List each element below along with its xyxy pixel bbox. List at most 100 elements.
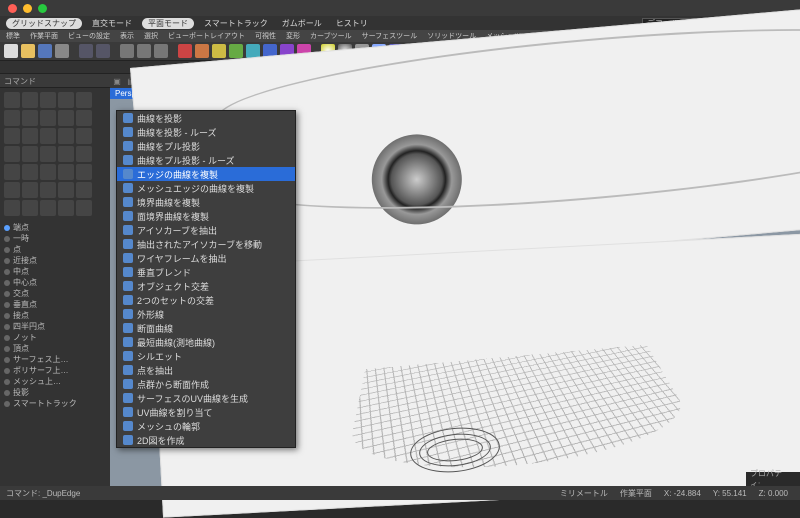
- menu-item[interactable]: 表示: [120, 31, 134, 41]
- save-icon[interactable]: [38, 44, 52, 58]
- flyout-item[interactable]: 2D図を作成: [117, 433, 295, 447]
- tool-button[interactable]: [76, 110, 92, 126]
- tool-icon[interactable]: [212, 44, 226, 58]
- osnap-一時[interactable]: 一時: [4, 233, 106, 244]
- tool-icon[interactable]: [195, 44, 209, 58]
- close-icon[interactable]: [8, 4, 17, 13]
- flyout-item[interactable]: 断面曲線: [117, 321, 295, 335]
- flyout-item[interactable]: エッジの曲線を複製: [117, 167, 295, 181]
- tool-icon[interactable]: [178, 44, 192, 58]
- osnap-サーフェス上…[interactable]: サーフェス上…: [4, 354, 106, 365]
- tool-button[interactable]: [40, 164, 56, 180]
- flyout-item[interactable]: 外形線: [117, 307, 295, 321]
- flyout-item[interactable]: 2つのセットの交差: [117, 293, 295, 307]
- osnap-投影[interactable]: 投影: [4, 387, 106, 398]
- flyout-item[interactable]: 境界曲線を複製: [117, 195, 295, 209]
- flyout-item[interactable]: 曲線を投影: [117, 111, 295, 125]
- undo-icon[interactable]: [79, 44, 93, 58]
- open-icon[interactable]: [21, 44, 35, 58]
- osnap-近接点[interactable]: 近接点: [4, 255, 106, 266]
- minimize-icon[interactable]: [23, 4, 32, 13]
- flyout-item[interactable]: オブジェクト交差: [117, 279, 295, 293]
- grid-snap-toggle[interactable]: グリッドスナップ: [6, 18, 82, 29]
- menu-item[interactable]: サーフェスツール: [362, 31, 418, 41]
- flyout-item[interactable]: 抽出されたアイソカーブを移動: [117, 237, 295, 251]
- tool-button[interactable]: [22, 200, 38, 216]
- flyout-item[interactable]: メッシュエッジの曲線を複製: [117, 181, 295, 195]
- tool-button[interactable]: [40, 128, 56, 144]
- tool-button[interactable]: [58, 146, 74, 162]
- cut-icon[interactable]: [120, 44, 134, 58]
- tool-button[interactable]: [22, 182, 38, 198]
- print-icon[interactable]: [55, 44, 69, 58]
- flyout-item[interactable]: シルエット: [117, 349, 295, 363]
- tool-button[interactable]: [76, 200, 92, 216]
- flyout-item[interactable]: 点群から断面作成: [117, 377, 295, 391]
- copy-icon[interactable]: [137, 44, 151, 58]
- tool-button[interactable]: [76, 164, 92, 180]
- tool-button[interactable]: [58, 110, 74, 126]
- flyout-item[interactable]: UV曲線を割り当て: [117, 405, 295, 419]
- tool-button[interactable]: [58, 200, 74, 216]
- flyout-item[interactable]: 最短曲線(測地曲線): [117, 335, 295, 349]
- properties-panel-tab[interactable]: プロパティ:…: [746, 472, 800, 486]
- flyout-item[interactable]: 曲線をプル投影: [117, 139, 295, 153]
- tool-button[interactable]: [40, 110, 56, 126]
- zoom-icon[interactable]: [38, 4, 47, 13]
- tool-button[interactable]: [76, 92, 92, 108]
- flyout-item[interactable]: アイソカーブを抽出: [117, 223, 295, 237]
- flyout-item[interactable]: 曲線をプル投影 - ルーズ: [117, 153, 295, 167]
- tool-button[interactable]: [4, 182, 20, 198]
- tool-button[interactable]: [22, 92, 38, 108]
- menu-item[interactable]: カーブツール: [310, 31, 352, 41]
- menu-item[interactable]: 作業平面: [30, 31, 58, 41]
- tool-icon[interactable]: [229, 44, 243, 58]
- tool-button[interactable]: [76, 182, 92, 198]
- new-icon[interactable]: [4, 44, 18, 58]
- menu-item[interactable]: 標準: [6, 31, 20, 41]
- menu-item[interactable]: ビューの設定: [68, 31, 110, 41]
- osnap-ノット[interactable]: ノット: [4, 332, 106, 343]
- tool-button[interactable]: [40, 200, 56, 216]
- tool-button[interactable]: [58, 182, 74, 198]
- tool-button[interactable]: [4, 146, 20, 162]
- osnap-中心点[interactable]: 中心点: [4, 277, 106, 288]
- osnap-点[interactable]: 点: [4, 244, 106, 255]
- history-toggle[interactable]: ヒストリ: [332, 18, 372, 29]
- tool-button[interactable]: [4, 92, 20, 108]
- tool-button[interactable]: [4, 128, 20, 144]
- osnap-交点[interactable]: 交点: [4, 288, 106, 299]
- tool-button[interactable]: [40, 146, 56, 162]
- osnap-頂点[interactable]: 頂点: [4, 343, 106, 354]
- osnap-スマートトラック[interactable]: スマートトラック: [4, 398, 106, 409]
- tool-button[interactable]: [22, 146, 38, 162]
- tool-button[interactable]: [22, 164, 38, 180]
- status-units[interactable]: ミリメートル: [554, 488, 614, 499]
- tool-button[interactable]: [40, 182, 56, 198]
- flyout-item[interactable]: 曲線を投影 - ルーズ: [117, 125, 295, 139]
- status-cplane[interactable]: 作業平面: [614, 488, 658, 499]
- osnap-ポリサーフ上…[interactable]: ポリサーフ上…: [4, 365, 106, 376]
- tool-button[interactable]: [4, 164, 20, 180]
- flyout-item[interactable]: 垂直ブレンド: [117, 265, 295, 279]
- flyout-item[interactable]: 点を抽出: [117, 363, 295, 377]
- osnap-端点[interactable]: 端点: [4, 222, 106, 233]
- osnap-接点[interactable]: 接点: [4, 310, 106, 321]
- menu-item[interactable]: 変形: [286, 31, 300, 41]
- tool-button[interactable]: [22, 110, 38, 126]
- planar-toggle[interactable]: 平面モード: [142, 18, 194, 29]
- osnap-四半円点[interactable]: 四半円点: [4, 321, 106, 332]
- osnap-中点[interactable]: 中点: [4, 266, 106, 277]
- maximize-viewport-icon[interactable]: ▣: [110, 77, 124, 86]
- tool-button[interactable]: [58, 164, 74, 180]
- menu-item[interactable]: 可視性: [255, 31, 276, 41]
- paste-icon[interactable]: [154, 44, 168, 58]
- tool-button[interactable]: [40, 92, 56, 108]
- flyout-item[interactable]: メッシュの輪郭: [117, 419, 295, 433]
- tool-button[interactable]: [76, 146, 92, 162]
- smarttrack-toggle[interactable]: スマートトラック: [200, 18, 272, 29]
- tool-button[interactable]: [76, 128, 92, 144]
- flyout-item[interactable]: ワイヤフレームを抽出: [117, 251, 295, 265]
- osnap-メッシュ上…[interactable]: メッシュ上…: [4, 376, 106, 387]
- tool-button[interactable]: [22, 128, 38, 144]
